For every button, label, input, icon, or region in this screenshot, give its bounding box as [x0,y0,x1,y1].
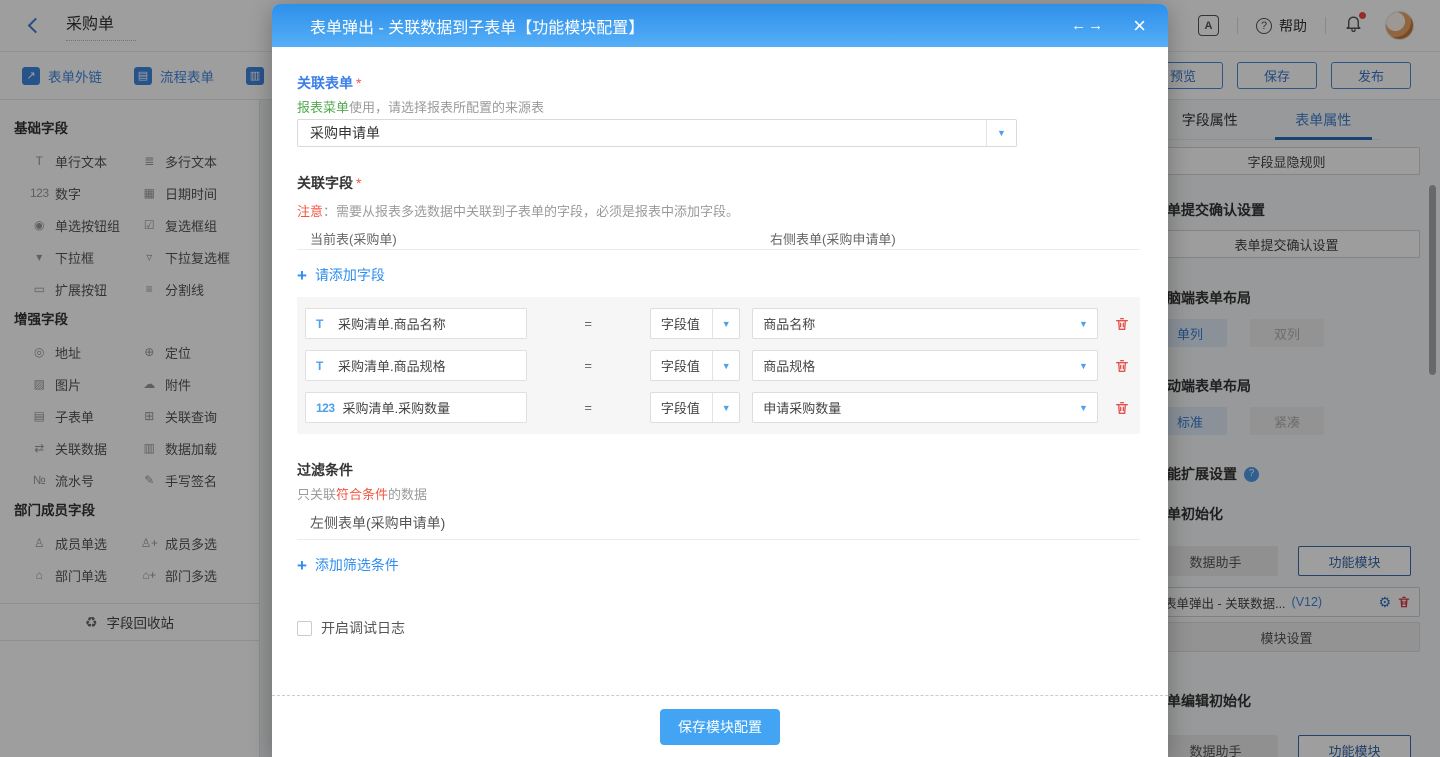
right-form-header: 右侧表单(采购申请单) [770,229,896,245]
source-field-box[interactable]: T采购清单.商品规格 [305,350,527,381]
filter-subject: 左侧表单(采购申请单) [310,513,1140,530]
linked-form-hint: 报表菜单使用，请选择报表所配置的来源表 [297,97,1140,113]
modal-header: 表单弹出 - 关联数据到子表单【功能模块配置】 ←→ × [272,4,1168,47]
text-field-icon: T [316,359,330,373]
chevron-down-icon[interactable]: ▼ [1070,403,1097,413]
chevron-down-icon[interactable]: ▼ [712,393,739,422]
chevron-down-icon[interactable]: ▼ [1070,319,1097,329]
mode-select[interactable]: 字段值▼ [650,308,740,339]
filter-hint: 只关联符合条件的数据 [297,484,1140,500]
mode-select[interactable]: 字段值▼ [650,350,740,381]
target-field-select[interactable]: 商品规格▼ [752,350,1098,381]
linked-fields-label: 关联字段* [297,173,1140,191]
target-field-select[interactable]: 商品名称▼ [752,308,1098,339]
close-icon[interactable]: × [1133,15,1146,37]
module-config-modal: 表单弹出 - 关联数据到子表单【功能模块配置】 ←→ × 关联表单* 报表菜单使… [272,4,1168,757]
debug-log-row: 开启调试日志 [297,618,1140,638]
mode-select[interactable]: 字段值▼ [650,392,740,423]
debug-log-checkbox[interactable] [297,621,312,636]
text-field-icon: T [316,317,330,331]
plus-icon: + [297,557,307,574]
expand-icon[interactable]: ←→ [1071,17,1105,34]
add-field-link[interactable]: + 请添加字段 [297,266,1140,284]
linked-form-label: 关联表单* [297,73,1140,91]
chevron-down-icon[interactable]: ▼ [986,120,1016,146]
divider [297,249,1140,250]
modal-footer: 保存模块配置 [272,695,1168,757]
equals-operator: = [527,358,650,373]
debug-log-label: 开启调试日志 [321,618,405,638]
plus-icon: + [297,267,307,284]
modal-title: 表单弹出 - 关联数据到子表单【功能模块配置】 [310,14,644,38]
mapping-row: T采购清单.商品规格 = 字段值▼ 商品规格▼ [305,350,1130,381]
current-table-header: 当前表(采购单) [310,229,770,245]
mapping-column-headers: 当前表(采购单) 右侧表单(采购申请单) [297,229,1140,245]
modal-body: 关联表单* 报表菜单使用，请选择报表所配置的来源表 采购申请单 ▼ 关联字段* … [272,47,1168,695]
add-filter-link[interactable]: + 添加筛选条件 [297,556,1140,574]
target-field-select[interactable]: 申请采购数量▼ [752,392,1098,423]
delete-row-icon[interactable] [1114,316,1130,332]
chevron-down-icon[interactable]: ▼ [712,309,739,338]
filter-condition-label: 过滤条件 [297,460,1140,478]
save-module-config-button[interactable]: 保存模块配置 [660,709,780,745]
delete-row-icon[interactable] [1114,400,1130,416]
mapping-row: T采购清单.商品名称 = 字段值▼ 商品名称▼ [305,308,1130,339]
form-builder-app: 采购单 A ? 帮助 ↗ 表单外链 ▤ 流程表单 [0,0,1440,757]
chevron-down-icon[interactable]: ▼ [712,351,739,380]
source-field-box[interactable]: 123采购清单.采购数量 [305,392,527,423]
source-field-box[interactable]: T采购清单.商品名称 [305,308,527,339]
equals-operator: = [527,316,650,331]
equals-operator: = [527,400,650,415]
divider [297,539,1140,540]
linked-fields-note: 注意：需要从报表多选数据中关联到子表单的字段，必须是报表中添加字段。 [297,201,1140,217]
delete-row-icon[interactable] [1114,358,1130,374]
field-mapping-panel: T采购清单.商品名称 = 字段值▼ 商品名称▼ T采购清单.商品规格 = 字段值… [297,297,1140,434]
linked-form-select[interactable]: 采购申请单 ▼ [297,119,1017,147]
number-field-icon: 123 [316,401,335,415]
mapping-row: 123采购清单.采购数量 = 字段值▼ 申请采购数量▼ [305,392,1130,423]
chevron-down-icon[interactable]: ▼ [1070,361,1097,371]
